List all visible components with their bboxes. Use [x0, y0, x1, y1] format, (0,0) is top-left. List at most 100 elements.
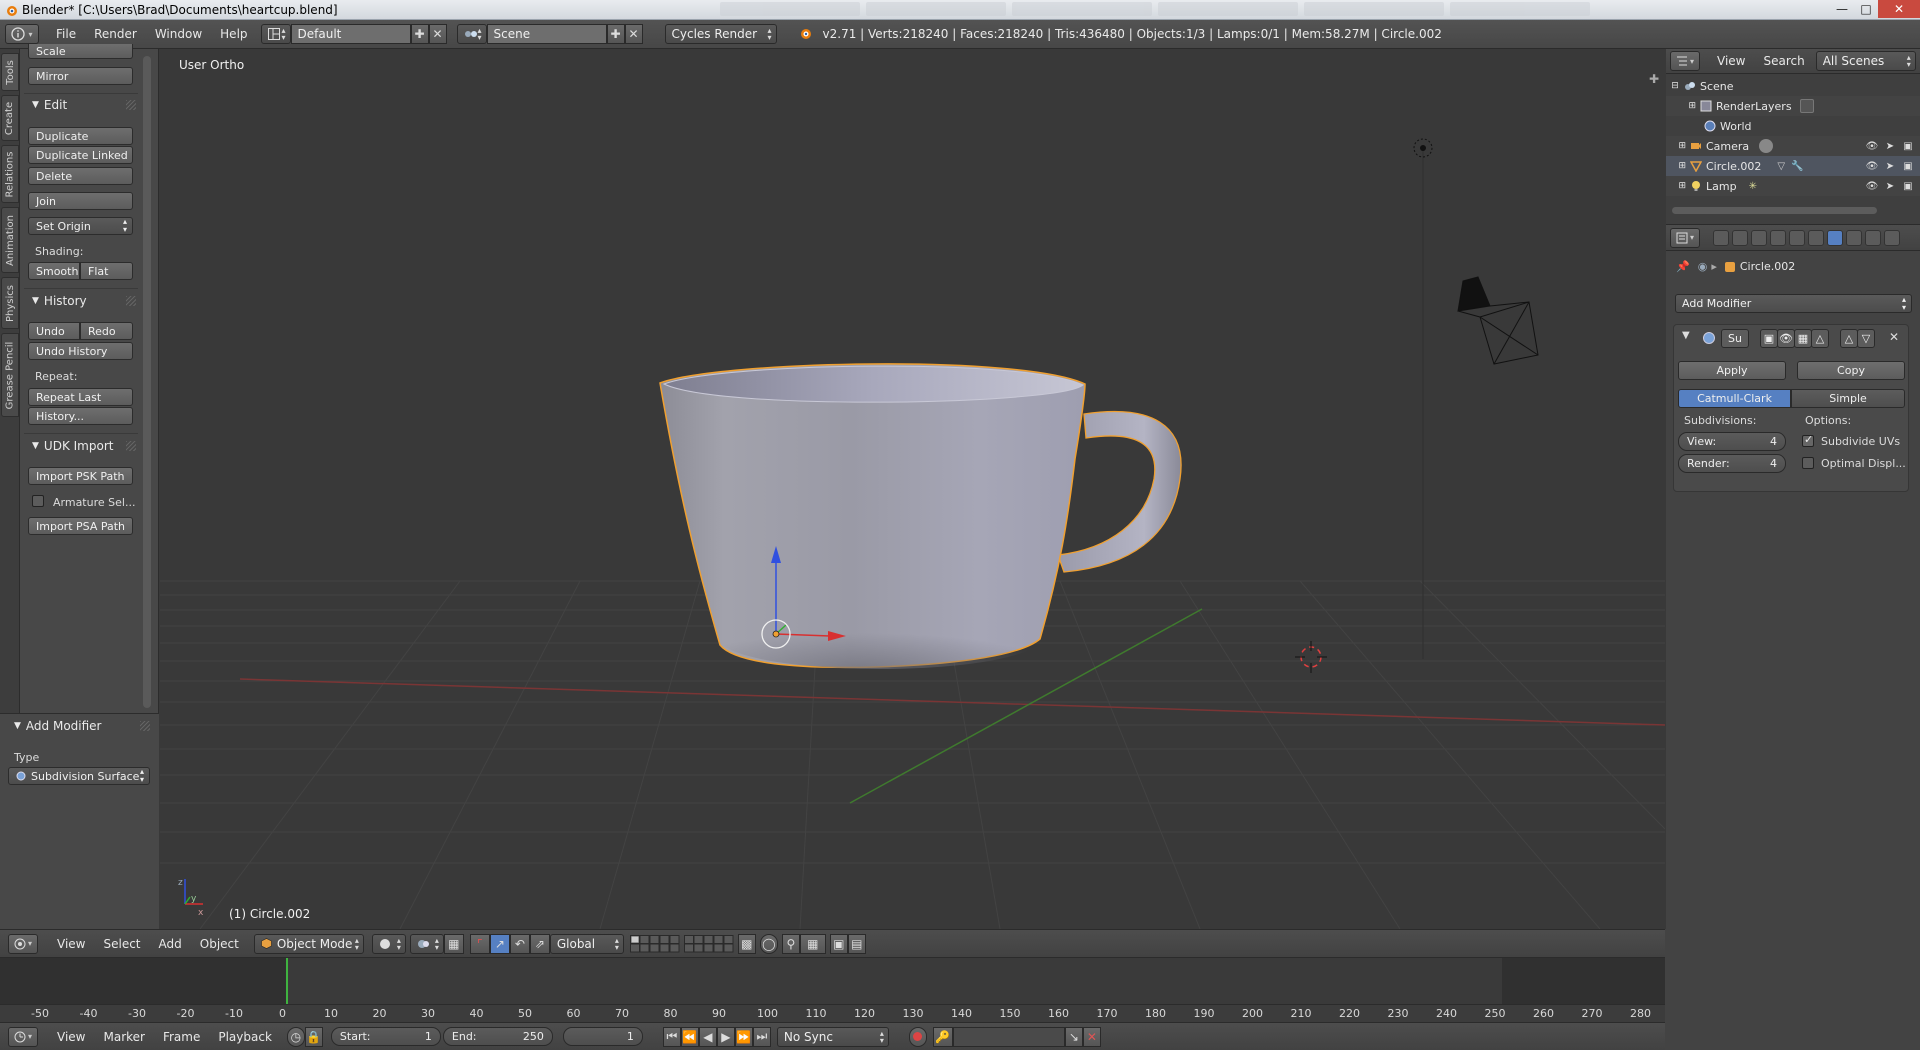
eye-icon[interactable]: 👁	[1866, 180, 1879, 192]
shade-flat-button[interactable]: Flat	[80, 262, 133, 280]
layer-lock-icon[interactable]: ▩	[737, 933, 756, 954]
move-down-icon[interactable]: ▽	[1857, 329, 1875, 348]
viewport-shading-dropdown[interactable]: ▴ ▾	[371, 933, 406, 954]
properties-editor-type-button[interactable]: ▾	[1670, 227, 1700, 248]
scale-button[interactable]: Scale	[28, 44, 133, 59]
add-scene-icon[interactable]: ✚	[606, 24, 625, 44]
menu-file[interactable]: File	[47, 27, 85, 41]
timeline-editor-type-button[interactable]: ▾	[8, 1026, 38, 1047]
camera-object-icon[interactable]	[1457, 276, 1539, 365]
layer-buttons[interactable]	[629, 934, 734, 953]
eye-icon[interactable]: 👁	[1866, 140, 1879, 152]
render-toggle-icon[interactable]: ▣	[1760, 329, 1778, 348]
pin-icon[interactable]: 📌	[1676, 260, 1690, 273]
cage-toggle-icon[interactable]: △	[1811, 329, 1829, 348]
view3d-menu-add[interactable]: Add	[150, 937, 191, 951]
view3d-menu-object[interactable]: Object	[191, 937, 248, 951]
tab-tools[interactable]: Tools	[1, 53, 19, 91]
jump-start-icon[interactable]: ⏮	[662, 1026, 681, 1047]
active-keying-set-field[interactable]	[952, 1026, 1065, 1047]
play-reverse-icon[interactable]: ◀	[698, 1026, 717, 1047]
expand-icon[interactable]: ⊞	[1666, 181, 1690, 191]
insert-keyframe-icon[interactable]: ↘	[1064, 1026, 1083, 1047]
history-panel-header[interactable]: ▼ History	[32, 294, 87, 308]
timeline-menu-marker[interactable]: Marker	[94, 1030, 153, 1044]
view3d-menu-view[interactable]: View	[48, 937, 94, 951]
close-icon[interactable]: ✕	[1878, 0, 1920, 18]
panel-grip-icon[interactable]	[140, 721, 150, 731]
cursor-select-icon[interactable]: ➤	[1884, 160, 1896, 172]
cup-mesh[interactable]	[659, 363, 1182, 669]
cursor-select-icon[interactable]: ➤	[1884, 180, 1896, 192]
operator-panel-header[interactable]: ▼ Add Modifier	[14, 719, 102, 733]
outliner-display-mode-dropdown[interactable]: All Scenes ▴ ▾	[1815, 51, 1916, 71]
screen-layout-field[interactable]: Default	[290, 24, 411, 44]
outliner-horizontal-scrollbar[interactable]	[1672, 207, 1877, 214]
scale-manipulator-icon[interactable]: ⇗	[529, 933, 550, 954]
render-layers-tab-icon[interactable]	[1732, 229, 1748, 246]
edit-panel-header[interactable]: ▼ Edit	[32, 98, 67, 112]
texture-tab-icon[interactable]	[1884, 229, 1900, 246]
add-modifier-dropdown[interactable]: Add Modifier ▴ ▾	[1675, 294, 1912, 313]
translate-manipulator-icon[interactable]: ↗	[489, 933, 510, 954]
play-icon[interactable]: ▶	[716, 1026, 735, 1047]
render-levels-field[interactable]: Render: 4	[1678, 454, 1786, 473]
data-tab-icon[interactable]	[1846, 229, 1862, 246]
collapse-icon[interactable]: ⊟	[1666, 81, 1684, 91]
add-layout-icon[interactable]: ✚	[410, 24, 429, 44]
tool-shelf-scrollbar[interactable]	[143, 56, 151, 708]
render-camera-icon[interactable]: ▣	[1902, 140, 1914, 152]
info-editor-type-button[interactable]: ▾	[5, 24, 39, 44]
jump-end-icon[interactable]: ⏭	[752, 1026, 771, 1047]
join-button[interactable]: Join	[28, 192, 133, 210]
udk-import-panel-header[interactable]: ▼ UDK Import	[32, 439, 113, 453]
viewport-toggle-icon[interactable]: 👁	[1777, 329, 1795, 348]
set-origin-dropdown[interactable]: Set Origin ▴ ▾	[28, 217, 133, 235]
copy-modifier-button[interactable]: Copy	[1797, 361, 1905, 380]
end-frame-field[interactable]: End: 250	[442, 1027, 553, 1046]
tab-physics[interactable]: Physics	[1, 277, 19, 329]
duplicate-linked-button[interactable]: Duplicate Linked	[28, 146, 133, 164]
expand-icon[interactable]: ⊞	[1666, 141, 1690, 151]
limit-selection-icon[interactable]: ▦	[443, 933, 464, 954]
view-levels-field[interactable]: View: 4	[1678, 432, 1786, 451]
material-tab-icon[interactable]	[1865, 229, 1881, 246]
rotate-manipulator-icon[interactable]: ↶	[509, 933, 530, 954]
timeline-menu-playback[interactable]: Playback	[209, 1030, 281, 1044]
outliner-row-world[interactable]: World	[1666, 116, 1920, 136]
panel-grip-icon[interactable]	[126, 100, 136, 110]
outliner-row-scene[interactable]: ⊟ Scene	[1666, 76, 1920, 96]
undo-button[interactable]: Undo	[28, 322, 80, 340]
scene-tab-icon[interactable]	[1751, 229, 1767, 246]
redo-button[interactable]: Redo	[80, 322, 133, 340]
manipulator-toggle-icon[interactable]: ⌜	[469, 933, 490, 954]
editmode-toggle-icon[interactable]: ▦	[1794, 329, 1812, 348]
tab-grease-pencil[interactable]: Grease Pencil	[1, 333, 19, 417]
remove-scene-icon[interactable]: ✕	[624, 24, 643, 44]
current-frame-indicator[interactable]	[286, 958, 288, 1004]
world-tab-icon[interactable]	[1770, 229, 1786, 246]
outliner-menu-search[interactable]: Search	[1754, 54, 1813, 68]
remove-modifier-icon[interactable]: ✕	[1889, 330, 1899, 344]
mirror-button[interactable]: Mirror	[28, 67, 133, 85]
outliner-row-camera[interactable]: ⊞ Camera 👁 ➤ ▣	[1666, 136, 1920, 156]
opengl-render-animation-icon[interactable]: ▤	[847, 933, 866, 954]
start-frame-field[interactable]: Start: 1	[330, 1027, 441, 1046]
render-tab-icon[interactable]	[1713, 229, 1729, 246]
repeat-last-button[interactable]: Repeat Last	[28, 388, 133, 406]
interaction-mode-dropdown[interactable]: Object Mode ▴ ▾	[253, 933, 364, 954]
maximize-icon[interactable]: □	[1854, 0, 1878, 18]
tab-animation[interactable]: Animation	[1, 207, 19, 273]
move-up-icon[interactable]: △	[1840, 329, 1858, 348]
apply-modifier-button[interactable]: Apply	[1678, 361, 1786, 380]
view3d-editor-type-button[interactable]: ▾	[8, 933, 38, 954]
shade-smooth-button[interactable]: Smooth	[28, 262, 80, 280]
render-camera-icon[interactable]: ▣	[1902, 160, 1914, 172]
panel-grip-icon[interactable]	[126, 296, 136, 306]
cursor-select-icon[interactable]: ➤	[1884, 140, 1896, 152]
timeline-area[interactable]	[0, 957, 1665, 1004]
menu-window[interactable]: Window	[146, 27, 211, 41]
expand-icon[interactable]: ⊞	[1666, 161, 1690, 171]
jump-keyframe-forward-icon[interactable]: ⏩	[734, 1026, 753, 1047]
jump-keyframe-back-icon[interactable]: ⏪	[680, 1026, 699, 1047]
